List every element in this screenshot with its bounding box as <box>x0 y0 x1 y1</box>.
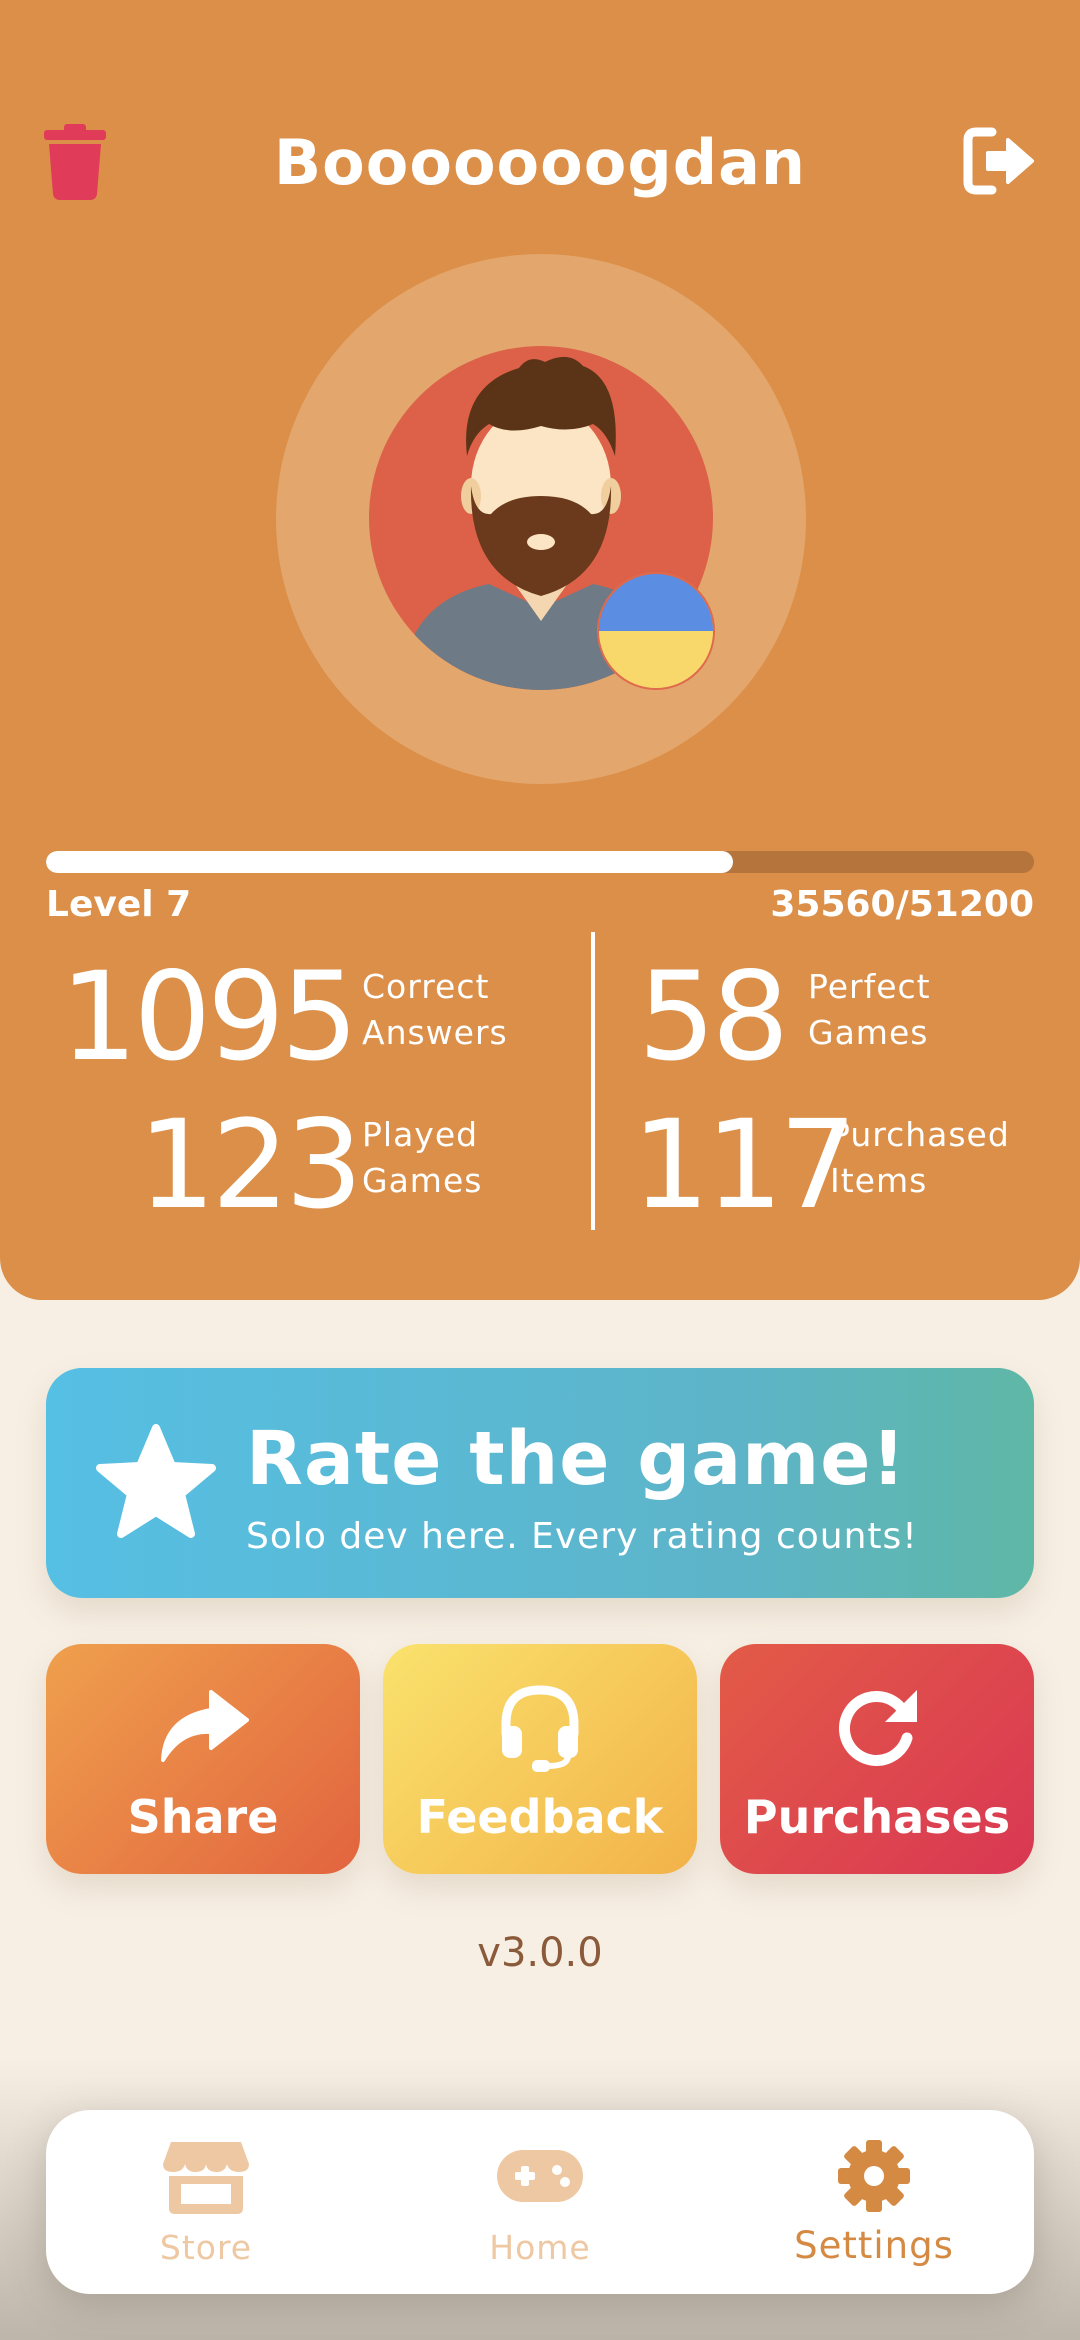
purchased-items-label: Purchased Items <box>830 1112 1010 1204</box>
correct-answers-label: Correct Answers <box>362 964 508 1056</box>
logout-button[interactable] <box>962 126 1036 196</box>
rate-subtitle: Solo dev here. Every rating counts! <box>246 1516 918 1557</box>
perfect-games-label-line2: Games <box>808 1013 929 1052</box>
tab-store-label: Store <box>159 2228 253 2267</box>
rate-title: Rate the game! <box>246 1416 907 1502</box>
tab-settings-label: Settings <box>794 2224 954 2267</box>
xp-text: 35560/51200 <box>770 884 1034 925</box>
correct-answers-value: 1095 <box>60 946 358 1088</box>
played-games-label-line2: Games <box>362 1161 483 1200</box>
played-games-label: Played Games <box>362 1112 482 1204</box>
feedback-label: Feedback <box>416 1790 664 1844</box>
played-games-value: 123 <box>138 1094 363 1236</box>
share-button[interactable]: Share <box>46 1644 360 1874</box>
perfect-games-label-line1: Perfect <box>808 967 931 1006</box>
feedback-button[interactable]: Feedback <box>383 1644 697 1874</box>
correct-answers-label-line1: Correct <box>362 967 490 1006</box>
tab-home[interactable]: Home <box>390 2110 690 2294</box>
tab-settings[interactable]: Settings <box>724 2110 1024 2294</box>
star-icon <box>96 1424 216 1538</box>
level-label: Level 7 <box>46 884 192 925</box>
rate-game-button[interactable]: Rate the game! Solo dev here. Every rati… <box>46 1368 1034 1598</box>
tab-home-label: Home <box>489 2228 591 2267</box>
refresh-icon <box>839 1690 917 1766</box>
purchased-items-value: 117 <box>632 1094 857 1236</box>
username: Booooooogdan <box>273 126 807 199</box>
share-arrow-icon <box>161 1690 249 1762</box>
played-games-label-line1: Played <box>362 1115 479 1154</box>
sign-out-icon <box>963 127 1034 195</box>
perfect-games-label: Perfect Games <box>808 964 931 1056</box>
gamepad-icon <box>497 2150 583 2202</box>
store-icon <box>163 2142 249 2214</box>
xp-progress-bar <box>46 851 1034 873</box>
purchased-items-label-line2: Items <box>830 1161 928 1200</box>
share-label: Share <box>127 1790 279 1844</box>
bottom-tab-bar: Store Home Settings <box>46 2110 1034 2294</box>
ukraine-flag-icon <box>597 572 715 690</box>
stats-divider <box>591 932 595 1230</box>
xp-progress-fill <box>46 851 733 873</box>
tab-store[interactable]: Store <box>56 2110 356 2294</box>
app-version: v3.0.0 <box>477 1930 603 1976</box>
profile-card: Booooooogdan Level 7 35560/51200 1095 Co… <box>0 0 1080 1300</box>
perfect-games-value: 58 <box>638 946 789 1088</box>
gear-icon <box>838 2140 910 2212</box>
correct-answers-label-line2: Answers <box>362 1013 508 1052</box>
restore-purchases-button[interactable]: Purchases <box>720 1644 1034 1874</box>
purchases-label: Purchases <box>743 1790 1011 1844</box>
headset-icon <box>501 1685 579 1772</box>
purchased-items-label-line1: Purchased <box>830 1115 1010 1154</box>
